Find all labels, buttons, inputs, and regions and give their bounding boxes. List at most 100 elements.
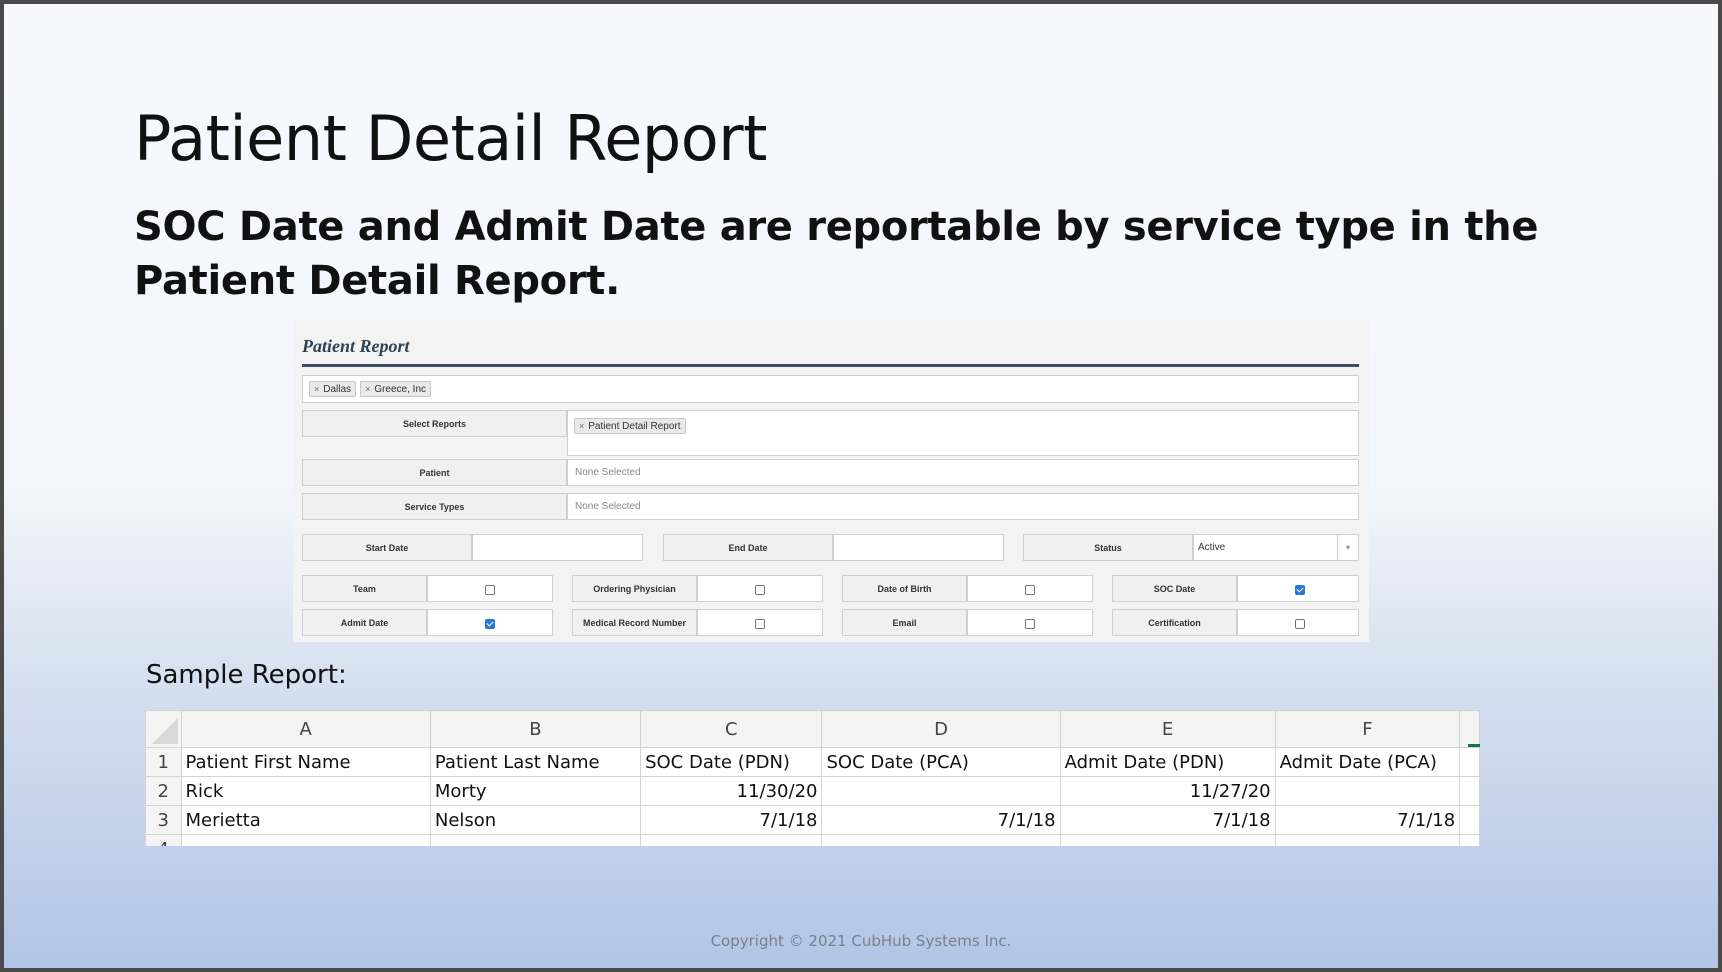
start-date-label: Start Date [302,534,472,561]
certification-cell [1237,609,1359,636]
date-of-birth-checkbox[interactable] [1025,585,1035,595]
ordering-physician-checkbox[interactable] [755,585,765,595]
table-cell[interactable]: 7/1/18 [640,805,823,835]
team-label: Team [302,575,427,602]
table-cell[interactable] [1459,805,1480,835]
status-select[interactable]: Active ▾ [1193,534,1359,561]
select-reports-input[interactable]: × Patient Detail Report [567,410,1359,456]
ordering-physician-label: Ordering Physician [572,575,697,602]
remove-icon[interactable]: × [579,421,584,431]
table-cell[interactable]: Rick [180,776,431,806]
admit-date-label: Admit Date [302,609,427,636]
status-label: Status [1023,534,1193,561]
date-of-birth-cell [967,575,1093,602]
team-checkbox[interactable] [485,585,495,595]
table-cell[interactable] [821,834,1061,846]
email-label: Email [842,609,967,636]
table-cell[interactable] [1274,776,1461,806]
table-row: 2 Rick Morty 11/30/20 11/27/20 [145,776,1480,806]
remove-icon[interactable]: × [314,384,319,394]
table-cell[interactable]: Morty [429,776,642,806]
service-types-label: Service Types [302,493,567,520]
remove-icon[interactable]: × [365,384,370,394]
patient-placeholder: None Selected [575,467,641,478]
medical-record-number-checkbox[interactable] [755,619,765,629]
row-header[interactable]: 2 [145,776,182,806]
ordering-physician-cell [697,575,823,602]
column-header-b[interactable]: B [429,710,642,748]
slide: Patient Detail Report SOC Date and Admit… [4,4,1718,968]
report-tag[interactable]: × Patient Detail Report [574,418,686,434]
location-tag-dallas[interactable]: × Dallas [309,381,357,397]
select-all-corner[interactable] [145,710,182,748]
column-header-g[interactable] [1459,710,1480,748]
table-cell[interactable] [429,834,642,846]
certification-label: Certification [1112,609,1237,636]
table-cell[interactable]: Admit Date (PDN) [1059,747,1276,777]
form-title: Patient Report [302,336,410,356]
email-checkbox[interactable] [1025,619,1035,629]
select-reports-label: Select Reports [302,410,567,437]
patient-select[interactable]: None Selected [567,459,1359,486]
column-header-f[interactable]: F [1274,710,1461,748]
selection-edge [1468,744,1480,747]
status-value: Active [1198,542,1226,553]
end-date-input[interactable] [833,534,1004,561]
patient-report-form: Patient Report × Dallas × Greece, Inc Sele… [293,320,1369,642]
table-row: 1 Patient First Name Patient Last Name S… [145,747,1480,777]
start-date-input[interactable] [472,534,643,561]
admit-date-cell [427,609,553,636]
spreadsheet-table: A B C D E F 1 Patient First Name Patient… [145,710,1480,846]
table-cell[interactable] [1459,747,1480,777]
form-title-rule [302,364,1359,367]
chevron-down-icon[interactable]: ▾ [1337,535,1358,560]
location-filter[interactable]: × Dallas × Greece, Inc [302,375,1359,403]
table-cell[interactable]: Merietta [180,805,431,835]
certification-checkbox[interactable] [1295,619,1305,629]
table-cell[interactable]: 7/1/18 [1274,805,1461,835]
end-date-label: End Date [663,534,833,561]
soc-date-checkbox[interactable] [1295,585,1305,595]
table-row: 4 [145,834,1480,846]
table-cell[interactable] [1459,834,1480,846]
column-header-c[interactable]: C [640,710,823,748]
table-cell[interactable] [1459,776,1480,806]
medical-record-number-label: Medical Record Number [572,609,697,636]
table-cell[interactable] [640,834,823,846]
email-cell [967,609,1093,636]
table-cell[interactable]: 11/30/20 [640,776,823,806]
patient-label: Patient [302,459,567,486]
table-cell[interactable] [180,834,431,846]
column-header-e[interactable]: E [1059,710,1276,748]
row-header[interactable]: 4 [145,834,182,846]
row-header[interactable]: 3 [145,805,182,835]
table-row: 3 Merietta Nelson 7/1/18 7/1/18 7/1/18 7… [145,805,1480,835]
sample-report-spreadsheet: A B C D E F 1 Patient First Name Patient… [145,710,1480,846]
table-cell[interactable]: Patient Last Name [429,747,642,777]
slide-subtitle: SOC Date and Admit Date are reportable b… [134,204,1539,304]
copyright: Copyright © 2021 CubHub Systems Inc. [710,932,1012,950]
table-cell[interactable]: SOC Date (PCA) [821,747,1061,777]
table-cell[interactable]: 11/27/20 [1059,776,1276,806]
table-cell[interactable]: SOC Date (PDN) [640,747,823,777]
soc-date-label: SOC Date [1112,575,1237,602]
table-cell[interactable]: Nelson [429,805,642,835]
table-cell[interactable]: 7/1/18 [1059,805,1276,835]
column-header-a[interactable]: A [180,710,431,748]
table-cell[interactable]: Patient First Name [180,747,431,777]
row-header[interactable]: 1 [145,747,182,777]
service-types-placeholder: None Selected [575,501,641,512]
date-of-birth-label: Date of Birth [842,575,967,602]
table-cell[interactable] [821,776,1061,806]
team-cell [427,575,553,602]
location-tag-greece[interactable]: × Greece, Inc [360,381,432,397]
service-types-select[interactable]: None Selected [567,493,1359,520]
table-cell[interactable]: 7/1/18 [821,805,1061,835]
table-cell[interactable]: Admit Date (PCA) [1274,747,1461,777]
admit-date-checkbox[interactable] [485,619,495,629]
soc-date-cell [1237,575,1359,602]
column-header-d[interactable]: D [821,710,1061,748]
table-cell[interactable] [1059,834,1276,846]
column-header-row: A B C D E F [145,710,1480,748]
table-cell[interactable] [1274,834,1461,846]
